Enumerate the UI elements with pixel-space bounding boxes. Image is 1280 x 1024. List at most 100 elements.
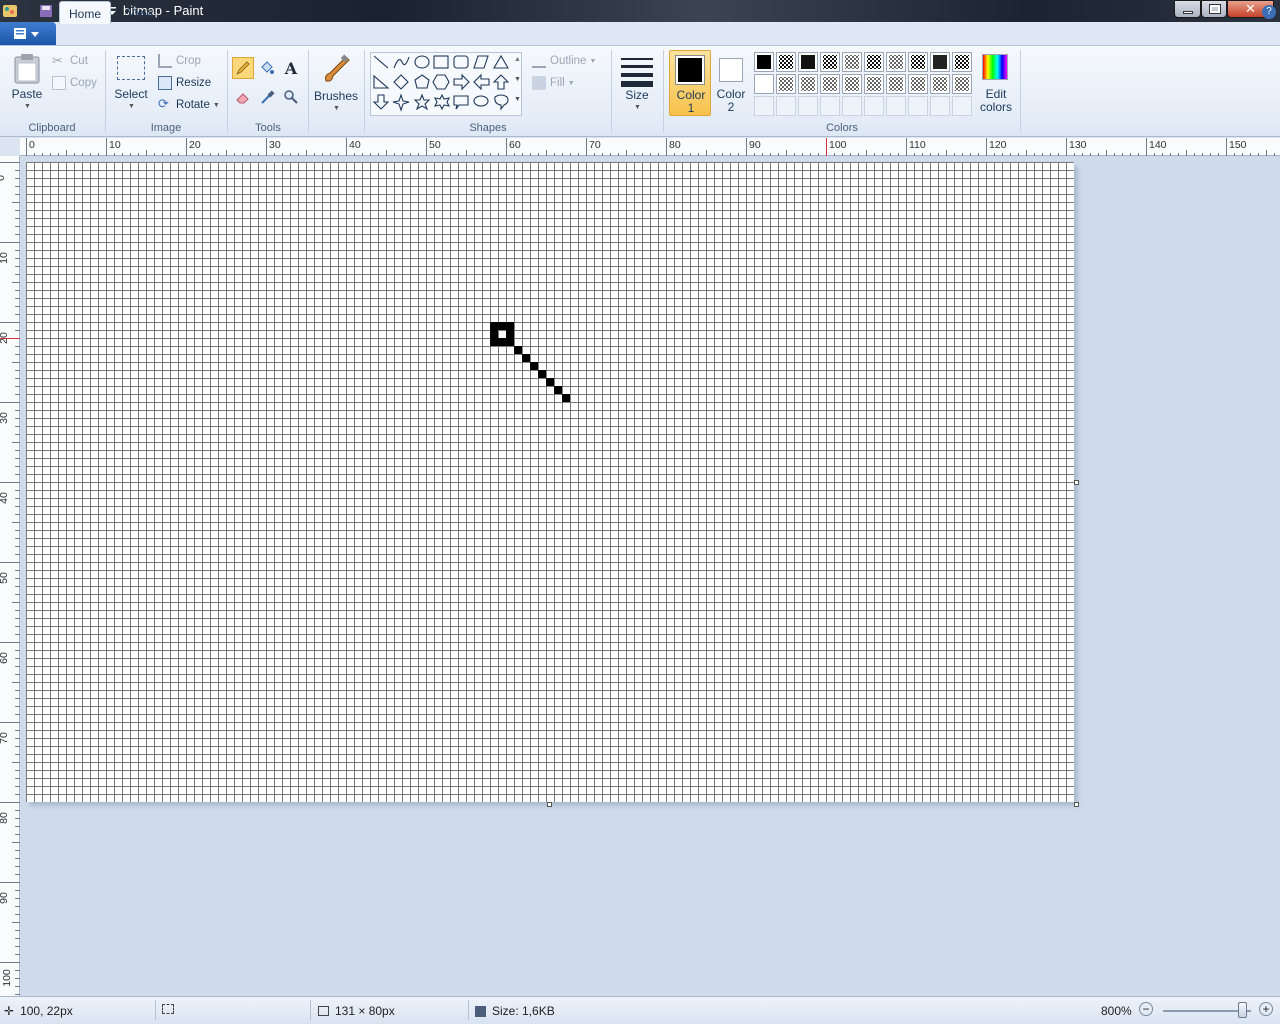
color1-button[interactable]: Color 1 (669, 50, 711, 116)
drawing-canvas[interactable] (26, 162, 1074, 802)
ruler-tick (586, 138, 587, 156)
palette-swatch[interactable] (798, 52, 818, 72)
color2-button[interactable]: Color 2 (713, 50, 749, 116)
ruler-tick (1146, 138, 1147, 156)
palette-swatch[interactable] (798, 74, 818, 94)
selection-size (162, 1004, 174, 1014)
ruler-label: 60 (0, 652, 10, 664)
ruler-tick (1066, 138, 1067, 156)
custom-color-slot[interactable] (886, 96, 906, 116)
custom-color-slot[interactable] (754, 96, 774, 116)
chevron-down-icon: ▼ (24, 103, 31, 110)
ruler-cursor-marker (826, 138, 827, 156)
ruler-label: 50 (429, 139, 441, 151)
resize-button[interactable]: Resize (158, 73, 211, 93)
brushes-button[interactable]: Brushes ▼ (313, 50, 359, 116)
ruler-tick (746, 138, 747, 156)
resize-handle-bottom[interactable] (547, 802, 552, 807)
chevron-down-icon: ▼ (212, 101, 220, 109)
custom-color-slot[interactable] (930, 96, 950, 116)
resize-label: Resize (176, 77, 212, 89)
custom-color-slot[interactable] (864, 96, 884, 116)
chevron-down-icon: ▼ (567, 79, 575, 87)
palette-swatch[interactable] (776, 74, 796, 94)
fill-bucket-icon[interactable] (256, 57, 278, 79)
fill-button[interactable]: Fill ▼ (532, 73, 575, 93)
palette-swatch[interactable] (908, 74, 928, 94)
crop-icon (158, 54, 172, 68)
eraser-icon[interactable] (232, 86, 254, 108)
magnifier-icon[interactable] (280, 86, 302, 108)
zoom-out-button[interactable]: − (1139, 1002, 1153, 1016)
ruler-tick (906, 138, 907, 156)
palette-swatch[interactable] (754, 74, 774, 94)
ruler-tick (346, 138, 347, 156)
palette-swatch[interactable] (820, 74, 840, 94)
text-icon[interactable]: A (280, 57, 302, 79)
palette-swatch[interactable] (908, 52, 928, 72)
palette-swatch[interactable] (776, 52, 796, 72)
ribbon-tab-bar (0, 22, 1280, 46)
rotate-button[interactable]: ⟳ Rotate ▼ (158, 95, 220, 115)
custom-color-slot[interactable] (798, 96, 818, 116)
palette-swatch[interactable] (820, 52, 840, 72)
select-button[interactable]: Select ▼ (112, 54, 150, 114)
ruler-label: 50 (0, 572, 10, 584)
custom-color-slot[interactable] (820, 96, 840, 116)
ruler-label: 20 (189, 139, 201, 151)
copy-button[interactable]: Copy (52, 73, 97, 93)
minimize-button[interactable] (1174, 0, 1201, 18)
palette-swatch[interactable] (886, 74, 906, 94)
palette-swatch[interactable] (930, 52, 950, 72)
paste-button[interactable]: Paste ▼ (6, 50, 48, 114)
paint-menu-button[interactable] (0, 22, 56, 45)
ruler-label: 80 (0, 812, 10, 824)
ruler-label: 100 (0, 969, 13, 987)
custom-color-slot[interactable] (776, 96, 796, 116)
gallery-more-icon[interactable]: ▼ (514, 96, 521, 103)
custom-color-slot[interactable] (952, 96, 972, 116)
palette-swatch[interactable] (754, 52, 774, 72)
brushes-group: Brushes ▼ (309, 46, 363, 137)
palette-swatch[interactable] (886, 52, 906, 72)
palette-swatch[interactable] (930, 74, 950, 94)
cut-button[interactable]: ✂ Cut (52, 51, 88, 71)
palette-swatch[interactable] (864, 74, 884, 94)
palette-swatch[interactable] (952, 74, 972, 94)
crop-button[interactable]: Crop (158, 51, 201, 71)
outline-button[interactable]: Outline ▼ (532, 51, 596, 71)
edit-colors-button[interactable]: Edit colors (976, 50, 1016, 116)
size-button[interactable]: Size ▼ (616, 52, 658, 116)
maximize-button[interactable] (1201, 0, 1227, 18)
ruler-tick (0, 242, 20, 243)
palette-swatch[interactable] (864, 52, 884, 72)
tab-home[interactable]: Home (59, 1, 111, 24)
pencil-icon[interactable] (232, 57, 254, 79)
ruler-label: 10 (0, 252, 10, 264)
color-picker-icon[interactable] (256, 86, 278, 108)
resize-handle-right[interactable] (1074, 480, 1079, 485)
paste-icon (14, 54, 40, 84)
paint-app-icon[interactable] (2, 3, 18, 19)
zoom-in-button[interactable]: + (1259, 1002, 1273, 1016)
zoom-slider-thumb[interactable] (1238, 1002, 1247, 1018)
size-group: Size ▼ (612, 46, 662, 137)
custom-color-slot[interactable] (842, 96, 862, 116)
outline-icon (532, 54, 546, 68)
palette-swatch[interactable] (842, 74, 862, 94)
canvas-area[interactable] (20, 156, 1280, 996)
palette-swatch[interactable] (952, 52, 972, 72)
resize-icon (158, 76, 172, 90)
minus-icon: − (1142, 1002, 1150, 1016)
custom-color-slot[interactable] (908, 96, 928, 116)
help-icon[interactable]: ? (1262, 5, 1276, 19)
shapes-group: ▲ ▼ ▼ Outline ▼ Fill ▼ Shapes (366, 46, 610, 137)
resize-handle-corner[interactable] (1074, 802, 1079, 807)
ruler-minor-tick (12, 922, 20, 923)
ruler-tick (0, 802, 20, 803)
tab-view[interactable]: View (117, 1, 163, 24)
scroll-up-icon[interactable]: ▲ (514, 56, 521, 63)
save-icon[interactable] (38, 3, 54, 19)
palette-swatch[interactable] (842, 52, 862, 72)
scroll-down-icon[interactable]: ▼ (514, 76, 521, 83)
